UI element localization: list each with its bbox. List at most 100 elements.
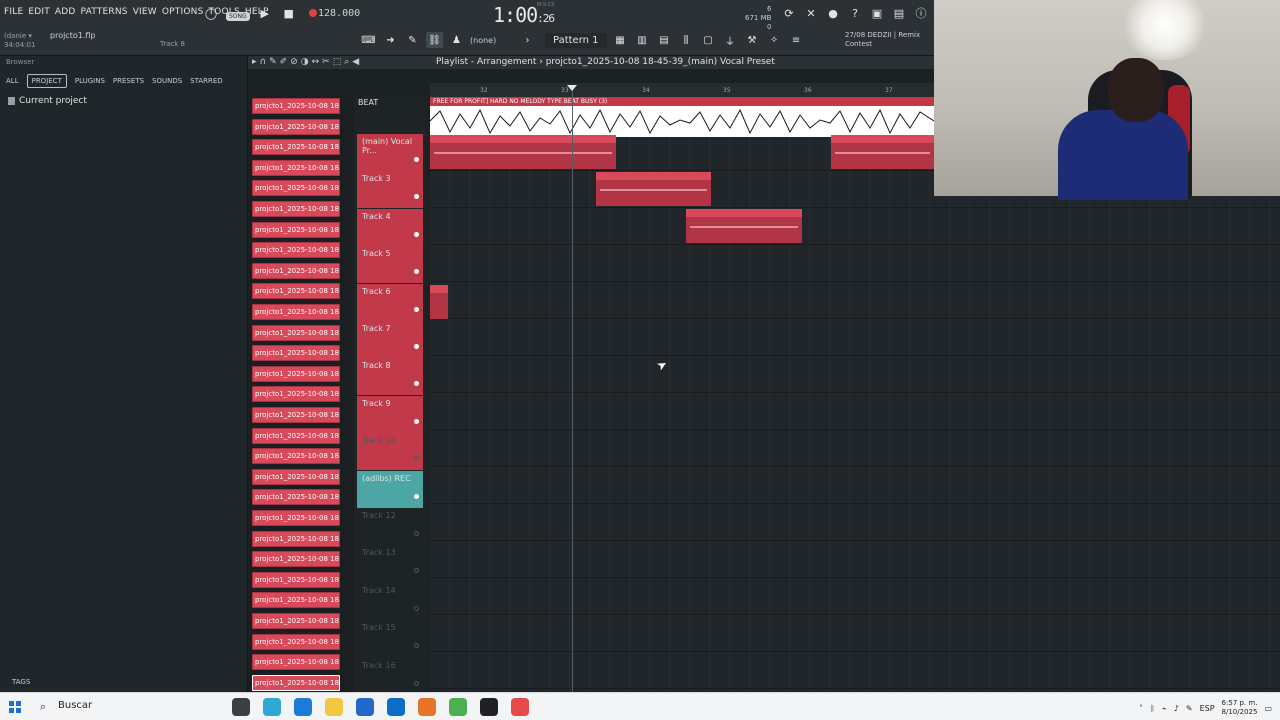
pen-icon[interactable]: ✎	[1186, 704, 1193, 713]
mixer-insert-label[interactable]: projcto1_2025-10-08 18...	[252, 139, 340, 156]
track-enable-led[interactable]	[414, 680, 419, 686]
track-enable-led[interactable]	[414, 456, 419, 462]
track-header[interactable]: Track 5	[357, 246, 423, 284]
outlook-icon[interactable]	[387, 698, 405, 716]
piano-roll-icon[interactable]: ▥	[634, 32, 651, 48]
track-enable-led[interactable]	[414, 605, 419, 611]
track-enable-led[interactable]	[414, 493, 419, 499]
capcut-icon[interactable]	[480, 698, 498, 716]
channel-rack-icon[interactable]: ▤	[656, 32, 673, 48]
taskbar-search[interactable]: Buscar	[58, 700, 92, 711]
mixer-insert-label[interactable]: projcto1_2025-10-08 18...	[252, 633, 340, 650]
track-enable-led[interactable]	[414, 269, 419, 275]
vocal-clip[interactable]: projcto1_2025-10-08 18-09-12_(main) Voca…	[430, 135, 616, 169]
track-header[interactable]: Track 4	[357, 208, 423, 246]
mixer-insert-label[interactable]: projcto1_2025-10-08 18...	[252, 571, 340, 588]
menu-view[interactable]: VIEW	[133, 7, 157, 17]
network-icon[interactable]: ⌁	[1162, 704, 1167, 713]
track-enable-led[interactable]	[414, 381, 419, 387]
mixer-insert-label[interactable]: projcto1_2025-10-08 18...	[252, 159, 340, 176]
track-header[interactable]: Track 7	[357, 321, 423, 358]
track-enable-led[interactable]	[414, 531, 419, 536]
help-icon[interactable]: ?	[846, 4, 864, 22]
bluetooth-icon[interactable]: ᛒ	[1150, 704, 1155, 713]
link-icon[interactable]: ⛓	[426, 32, 443, 48]
mixer-insert-label[interactable]: projcto1_2025-10-08 18...	[252, 407, 340, 423]
track-enable-led[interactable]	[414, 568, 419, 574]
tab-starred[interactable]: STARRED	[190, 77, 223, 85]
track-header[interactable]: (adlibs) REC	[357, 470, 423, 508]
track-header[interactable]: Track 10	[357, 433, 423, 471]
mixer-icon[interactable]: ⫼	[678, 32, 695, 48]
wrench-icon[interactable]: ✧	[766, 32, 783, 48]
mixer-insert-label[interactable]: projcto1_2025-10-08 18...	[252, 98, 340, 114]
task-view-icon[interactable]	[232, 698, 250, 716]
volume-icon[interactable]: ♪	[1174, 704, 1179, 713]
song-mode-toggle[interactable]: SONG	[226, 11, 250, 21]
brush-icon[interactable]: ✐	[280, 57, 288, 67]
explorer-icon[interactable]	[325, 698, 343, 716]
play-small-icon[interactable]: ▸	[252, 57, 257, 67]
track-enable-led[interactable]	[414, 418, 419, 424]
menu-options[interactable]: OPTIONS	[162, 7, 204, 17]
track-header[interactable]: Track 9	[357, 395, 423, 433]
track-header[interactable]: Track 12	[357, 508, 423, 545]
mixer-insert-label[interactable]: projcto1_2025-10-08 18...	[252, 262, 340, 279]
chevron-up-icon[interactable]: ˄	[1139, 704, 1143, 713]
mixer-insert-label[interactable]: projcto1_2025-10-08 18...	[252, 530, 340, 547]
playlist-icon[interactable]: ▦	[612, 32, 629, 48]
arrow-icon[interactable]: ➜	[382, 32, 399, 48]
tempo-display[interactable]: 128.000	[318, 8, 360, 19]
track-header[interactable]: Track 6	[357, 283, 423, 321]
menu-file[interactable]: FILE	[4, 7, 23, 17]
mixer-insert-label[interactable]: projcto1_2025-10-08 18...	[252, 654, 340, 671]
small-clip[interactable]	[430, 285, 448, 319]
search-icon[interactable]: ⌕	[40, 700, 46, 714]
snap-select[interactable]: (none)	[470, 36, 514, 45]
vocal-clip[interactable]: projcto1_2025-1...in) Vocal Preset	[831, 135, 934, 169]
language-label[interactable]: ESP	[1200, 704, 1215, 713]
stop-icon[interactable]: ■	[280, 4, 298, 22]
tab-presets[interactable]: PRESETS	[113, 77, 144, 85]
mixer-insert-label[interactable]: projcto1_2025-10-08 18...	[252, 345, 340, 362]
track-enable-led[interactable]	[414, 157, 419, 162]
menu-add[interactable]: ADD	[55, 7, 76, 17]
track-header[interactable]: Track 3	[357, 171, 423, 209]
vocal-clip[interactable]: projcto1_2025-10...in) Vocal Preset	[596, 172, 711, 206]
notification-icon[interactable]: ▭	[1264, 704, 1272, 713]
track-header[interactable]: (main) Vocal Pr...	[357, 134, 423, 171]
delete-icon[interactable]: ⊘	[290, 57, 298, 67]
slice-icon[interactable]: ✂	[322, 57, 330, 67]
stamp-icon[interactable]: ♟	[448, 32, 465, 48]
beat-audio-clip[interactable]: FREE FOR PROFIT] HARD NO MELODY TYPE BEA…	[430, 97, 934, 137]
fx-icon[interactable]: ✕	[802, 4, 820, 22]
reset-icon[interactable]: ⟳	[780, 4, 798, 22]
edge-icon[interactable]	[294, 698, 312, 716]
track-header[interactable]: Track 15	[357, 620, 423, 657]
menu-patterns[interactable]: PATTERNS	[81, 7, 128, 17]
tab-project[interactable]: PROJECT	[26, 74, 67, 88]
tab-all[interactable]: ALL	[6, 77, 19, 85]
mixer-insert-label[interactable]: projcto1_2025-10-08 18...	[252, 613, 340, 629]
pencil-small-icon[interactable]: ✎	[269, 57, 277, 67]
mixer-insert-label[interactable]: projcto1_2025-10-08 18...	[252, 551, 340, 568]
track-header[interactable]: Track 14	[357, 583, 423, 620]
mixer-insert-label[interactable]: projcto1_2025-10-08 18...	[252, 118, 340, 135]
playhead-marker[interactable]	[567, 85, 577, 91]
track-header[interactable]: Track 8	[357, 358, 423, 396]
mixer-insert-label[interactable]: projcto1_2025-10-08 18...	[252, 427, 340, 444]
tree-item-current-project[interactable]: Current project	[8, 96, 239, 106]
pattern-select[interactable]: Pattern 1	[545, 32, 607, 48]
mixer-insert-label[interactable]: projcto1_2025-10-08 18...	[252, 510, 340, 526]
track-enable-led[interactable]	[414, 344, 419, 349]
mixer-insert-label[interactable]: projcto1_2025-10-08 18...	[252, 386, 340, 403]
info-icon[interactable]: ⓘ	[912, 4, 930, 22]
chevron-right-icon[interactable]: ›	[519, 32, 536, 48]
zoom-icon[interactable]: ⌕	[344, 57, 349, 67]
play-icon[interactable]: ▶	[256, 4, 274, 22]
mixer-insert-label[interactable]: projcto1_2025-10-08 18...	[252, 180, 340, 197]
select-icon[interactable]: ⬚	[333, 57, 342, 67]
vocal-clip[interactable]: projcto1_2025-10...in) Vocal Preset	[686, 209, 802, 243]
taskbar-clock[interactable]: 6:57 p. m. 8/10/2025	[1222, 699, 1258, 717]
mixer-insert-label[interactable]: projcto1_2025-10-08 18...	[252, 324, 340, 341]
